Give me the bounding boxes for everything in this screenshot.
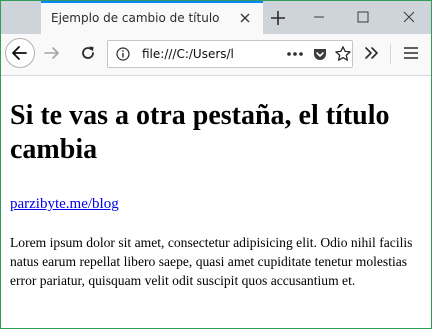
- star-icon[interactable]: [334, 45, 352, 63]
- address-bar[interactable]: file:///C:/Users/l: [107, 40, 353, 68]
- info-icon[interactable]: [116, 47, 130, 61]
- pocket-icon[interactable]: [312, 46, 328, 62]
- url-text[interactable]: file:///C:/Users/l: [142, 47, 272, 61]
- arrow-right-icon[interactable]: [43, 44, 61, 62]
- hamburger-menu-icon[interactable]: [403, 46, 419, 60]
- close-icon[interactable]: [403, 11, 415, 23]
- minimize-icon[interactable]: [313, 11, 325, 23]
- tab-title: Ejemplo de cambio de título: [51, 11, 220, 25]
- browser-window: Ejemplo de cambio de título file:///C:/U…: [0, 0, 432, 329]
- tab-strip: Ejemplo de cambio de título: [1, 1, 431, 35]
- page-content: Si te vas a otra pestaña, el título camb…: [1, 76, 431, 328]
- chevron-double-right-icon[interactable]: [363, 45, 381, 61]
- body-paragraph: Lorem ipsum dolor sit amet, consectetur …: [10, 235, 413, 288]
- toolbar-divider: [390, 44, 391, 64]
- blog-link[interactable]: parzibyte.me/blog: [10, 196, 119, 213]
- page-heading: Si te vas a otra pestaña, el título camb…: [10, 100, 390, 165]
- reload-icon[interactable]: [79, 44, 97, 62]
- more-icon[interactable]: [286, 48, 304, 60]
- arrow-left-icon: [12, 46, 27, 60]
- url-fade: [258, 43, 274, 65]
- navigation-toolbar: file:///C:/Users/l: [1, 34, 431, 76]
- plus-icon[interactable]: [269, 9, 287, 27]
- close-icon[interactable]: [237, 10, 253, 26]
- back-button[interactable]: [5, 38, 35, 68]
- maximize-icon[interactable]: [357, 11, 369, 23]
- tab-active[interactable]: Ejemplo de cambio de título: [41, 1, 263, 35]
